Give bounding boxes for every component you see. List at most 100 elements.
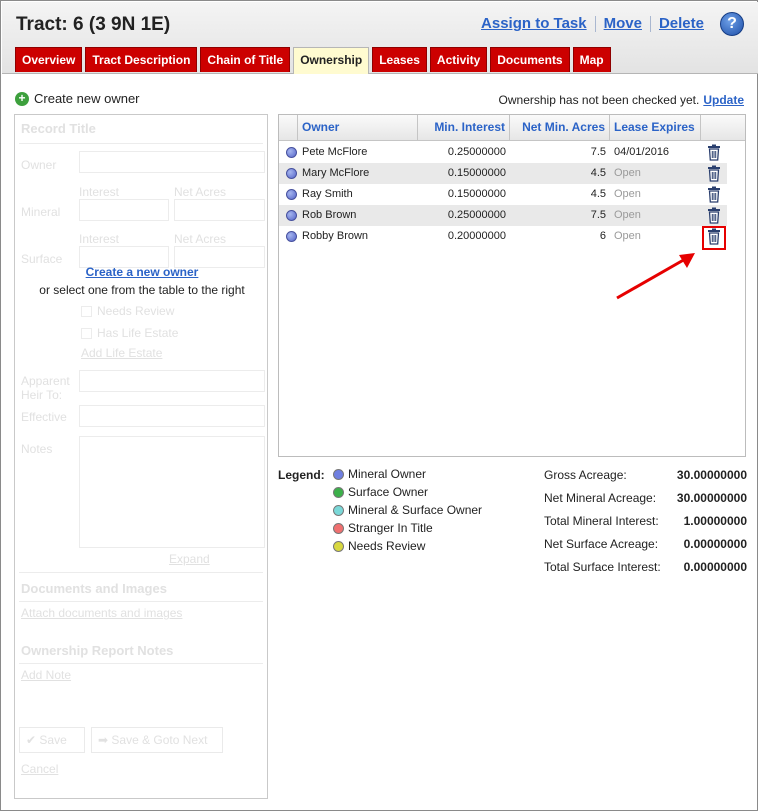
divider — [594, 15, 596, 32]
mineral-net-acres-field[interactable] — [174, 199, 265, 221]
min-interest-cell: 0.25000000 — [447, 209, 506, 221]
notes-textarea[interactable] — [79, 436, 265, 548]
tab-activity[interactable]: Activity — [429, 47, 488, 72]
owner-field[interactable] — [79, 151, 265, 173]
legend-item: Surface Owner — [333, 485, 428, 499]
save-and-next-button[interactable]: ➡ Save & Goto Next — [91, 727, 223, 753]
mineral-owner-dot-icon — [286, 168, 297, 179]
legend-label: Needs Review — [348, 539, 426, 553]
tab-chain-of-title[interactable]: Chain of Title — [200, 47, 291, 72]
status-text: Ownership has not been checked yet. — [498, 93, 700, 107]
stat-label: Net Mineral Acreage: — [544, 491, 657, 505]
legend-title: Legend: — [278, 468, 325, 482]
plus-circle-icon: + — [15, 91, 29, 106]
save-and-next-label: Save & Goto Next — [111, 733, 208, 747]
owner-cell: Mary McFlore — [302, 167, 370, 179]
legend-label: Stranger In Title — [348, 521, 433, 535]
owner-form-panel: Record Title Owner Interest Net Acres Mi… — [14, 114, 268, 799]
has-life-estate-checkbox[interactable] — [81, 328, 92, 339]
add-life-estate-link[interactable]: Add Life Estate — [81, 346, 162, 360]
tab-tract-description[interactable]: Tract Description — [85, 47, 198, 72]
effective-date-field[interactable] — [79, 405, 265, 427]
stat-label: Total Surface Interest: — [544, 560, 661, 574]
table-row[interactable]: Ray Smith 0.15000000 4.5 Open — [279, 184, 727, 205]
stat-value: 30.00000000 — [676, 491, 747, 505]
owner-cell: Rob Brown — [302, 209, 357, 221]
tab-documents[interactable]: Documents — [490, 47, 570, 72]
update-link[interactable]: Update — [703, 93, 744, 107]
stat-label: Net Surface Acreage: — [544, 537, 659, 551]
divider — [19, 143, 263, 144]
create-new-owner-button[interactable]: + Create new owner — [15, 91, 140, 106]
delete-link[interactable]: Delete — [659, 15, 704, 32]
stat-total-surface-interest: Total Surface Interest: 0.00000000 — [544, 560, 747, 574]
apparent-heir-select[interactable] — [79, 370, 265, 392]
mineral-label: Mineral — [21, 205, 61, 219]
lease-expires-cell: Open — [614, 167, 641, 179]
stat-value: 0.00000000 — [683, 537, 747, 551]
table-row[interactable]: Pete McFlore 0.25000000 7.5 04/01/2016 — [279, 142, 727, 163]
header-actions: Assign to Task Move Delete — [481, 15, 704, 32]
lease-expires-cell: Open — [614, 209, 641, 221]
table-row[interactable]: Mary McFlore 0.15000000 4.5 Open — [279, 163, 727, 184]
net-min-acres-cell: 7.5 — [590, 146, 606, 158]
section-title: Record Title — [21, 121, 96, 136]
create-new-owner-label: Create new owner — [34, 91, 140, 106]
tab-bar: Overview Tract Description Chain of Titl… — [15, 47, 614, 74]
effective-label: Effective — [21, 410, 67, 424]
table-header: Owner Min. Interest Net Min. Acres Lease… — [279, 115, 745, 141]
table-row[interactable]: Robby Brown 0.20000000 6 Open — [279, 226, 727, 250]
net-acres-label: Net Acres — [174, 185, 227, 199]
expand-link[interactable]: Expand — [169, 552, 210, 566]
column-owner[interactable]: Owner — [298, 115, 418, 141]
mineral-owner-dot-icon — [333, 468, 344, 480]
stranger-in-title-dot-icon — [333, 522, 344, 534]
move-link[interactable]: Move — [604, 15, 642, 32]
mineral-owner-dot-icon — [286, 231, 297, 242]
mineral-interest-field[interactable] — [79, 199, 169, 221]
header-spacer — [279, 115, 298, 141]
tab-ownership[interactable]: Ownership — [293, 47, 370, 74]
net-acres-label: Net Acres — [174, 232, 227, 246]
stat-value: 1.00000000 — [683, 514, 747, 528]
column-net-min-acres[interactable]: Net Min. Acres — [510, 115, 610, 141]
min-interest-cell: 0.15000000 — [447, 167, 506, 179]
help-icon[interactable]: ? — [720, 12, 744, 36]
tab-map[interactable]: Map — [572, 47, 611, 72]
owner-cell: Pete McFlore — [302, 146, 368, 158]
min-interest-cell: 0.25000000 — [447, 146, 506, 158]
add-note-link[interactable]: Add Note — [21, 668, 71, 682]
save-button[interactable]: ✔ Save — [19, 727, 85, 753]
stat-net-mineral-acreage: Net Mineral Acreage: 30.00000000 — [544, 491, 747, 505]
legend-label: Mineral Owner — [348, 467, 427, 481]
lease-expires-cell: Open — [614, 188, 641, 200]
cancel-link[interactable]: Cancel — [21, 762, 58, 776]
create-new-owner-link[interactable]: Create a new owner — [15, 265, 269, 279]
divider — [19, 601, 263, 602]
trash-icon[interactable] — [706, 207, 722, 224]
column-lease-expires[interactable]: Lease Expires — [610, 115, 701, 141]
assign-to-task-link[interactable]: Assign to Task — [481, 15, 587, 32]
owner-cell: Ray Smith — [302, 188, 353, 200]
mineral-owner-dot-icon — [286, 147, 297, 158]
trash-icon[interactable] — [706, 165, 722, 182]
select-hint: or select one from the table to the righ… — [39, 283, 245, 297]
trash-icon[interactable] — [706, 144, 722, 161]
table-row[interactable]: Rob Brown 0.25000000 7.5 Open — [279, 205, 727, 226]
attach-documents-link[interactable]: Attach documents and images — [21, 606, 182, 620]
header-bar: Tract: 6 (3 9N 1E) Assign to Task Move D… — [2, 2, 758, 74]
min-interest-cell: 0.15000000 — [447, 188, 506, 200]
documents-title: Documents and Images — [21, 581, 167, 596]
needs-review-checkbox[interactable] — [81, 306, 92, 317]
trash-icon[interactable] — [706, 186, 722, 203]
app-window: Tract: 6 (3 9N 1E) Assign to Task Move D… — [0, 0, 758, 811]
tab-leases[interactable]: Leases — [372, 47, 427, 72]
owner-label: Owner — [21, 158, 57, 172]
mineral-owner-dot-icon — [286, 210, 297, 221]
apparent-heir-label: Apparent Heir To: — [21, 374, 70, 402]
stat-gross-acreage: Gross Acreage: 30.00000000 — [544, 468, 747, 482]
tab-overview[interactable]: Overview — [15, 47, 83, 72]
surface-label: Surface — [21, 252, 63, 266]
stat-net-surface-acreage: Net Surface Acreage: 0.00000000 — [544, 537, 747, 551]
column-min-interest[interactable]: Min. Interest — [418, 115, 510, 141]
